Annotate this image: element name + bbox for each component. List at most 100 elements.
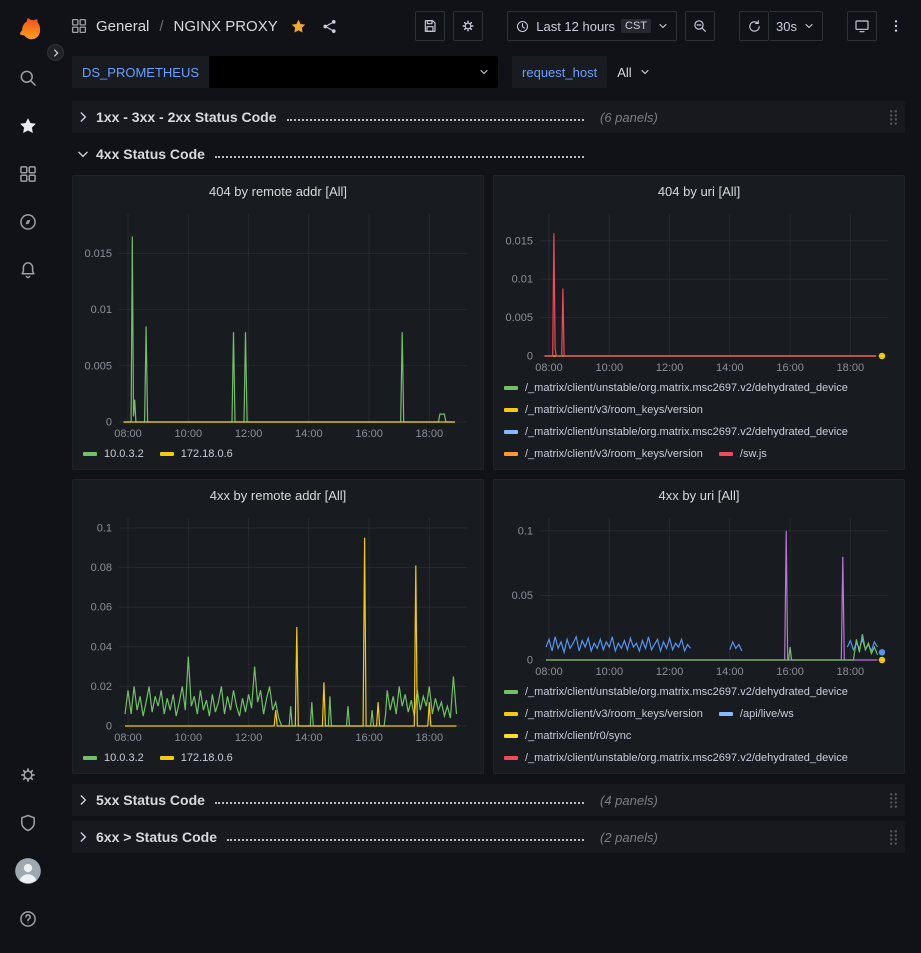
legend-row: /_matrix/client/r0/sync (504, 725, 894, 747)
refresh-interval-dropdown[interactable]: 30s (769, 11, 823, 41)
sidebar-item-help[interactable] (5, 895, 51, 943)
chevron-down-icon (76, 147, 96, 161)
bell-icon (18, 260, 38, 280)
grafana-logo[interactable] (5, 6, 51, 54)
variable-value-request-host[interactable]: All (607, 56, 660, 88)
series-color-swatch (504, 712, 518, 716)
time-series-chart[interactable]: 00.0050.010.01508:0010:0012:0014:0016:00… (73, 206, 483, 442)
share-dashboard-button[interactable] (321, 18, 338, 35)
row-panel-count: (4 panels) (600, 793, 658, 808)
legend-item[interactable]: /_matrix/client/unstable/org.matrix.msc2… (504, 747, 848, 769)
row-drag-handle[interactable] (886, 792, 901, 809)
svg-text:0.06: 0.06 (91, 602, 112, 614)
refresh-icon (747, 19, 762, 34)
variable-selected-value: All (617, 65, 631, 80)
sidebar-item-search[interactable] (5, 54, 51, 102)
chevron-right-icon (76, 110, 96, 124)
row-dotted-leader (215, 156, 584, 158)
row-title-zone: 1xx - 3xx - 2xx Status Code (76, 109, 584, 125)
row-dotted-leader (215, 802, 584, 804)
sidebar-item-explore[interactable] (5, 198, 51, 246)
row-drag-handle[interactable] (886, 829, 901, 846)
chevron-down-icon (639, 66, 651, 78)
kebab-icon (888, 18, 904, 34)
sidebar-item-user[interactable] (5, 847, 51, 895)
legend-item[interactable]: /_matrix/client/v3/room_keys/version (504, 443, 703, 465)
kebab-menu-button[interactable] (885, 11, 907, 41)
legend-item[interactable]: /_matrix/client/v3/room_keys/version (504, 399, 703, 421)
refresh-group: 30s (739, 11, 823, 41)
panel-title[interactable]: 4xx by remote addr [All] (73, 480, 483, 510)
sidebar-item-dashboards[interactable] (5, 150, 51, 198)
legend-item[interactable]: 10.0.3.2 (83, 747, 144, 769)
row-title: 6xx > Status Code (96, 829, 217, 845)
svg-text:0: 0 (527, 655, 533, 667)
row-drag-handle[interactable] (886, 109, 901, 126)
panel-title[interactable]: 404 by remote addr [All] (73, 176, 483, 206)
dashboard-settings-button[interactable] (453, 11, 483, 41)
svg-text:14:00: 14:00 (295, 732, 323, 744)
legend-row: /_matrix/client/v3/room_keys/version/sw.… (504, 443, 894, 465)
time-series-chart[interactable]: 00.020.040.060.080.108:0010:0012:0014:00… (73, 510, 483, 746)
time-series-chart[interactable]: 00.0050.010.01508:0010:0012:0014:0016:00… (494, 206, 904, 376)
legend-item[interactable]: /_matrix/client/unstable/org.matrix.msc2… (504, 377, 848, 399)
svg-text:16:00: 16:00 (776, 362, 804, 374)
row-1xx-3xx-2xx[interactable]: 1xx - 3xx - 2xx Status Code (6 panels) (72, 101, 905, 133)
chart-legend: /_matrix/client/unstable/org.matrix.msc2… (494, 680, 904, 773)
variable-ds-prometheus: DS_PROMETHEUS (72, 56, 498, 88)
legend-item[interactable]: /_matrix/client/unstable/org.matrix.msc2… (504, 681, 848, 703)
panel-title[interactable]: 4xx by uri [All] (494, 480, 904, 510)
refresh-interval-value: 30s (776, 19, 797, 34)
row-panel-count: (6 panels) (600, 110, 658, 125)
favorite-star-button[interactable] (290, 18, 307, 35)
legend-row: /_matrix/client/unstable/org.matrix.msc2… (504, 377, 894, 399)
legend-item[interactable]: /_matrix/client/r0/sync (504, 725, 631, 747)
svg-text:0.01: 0.01 (512, 274, 533, 286)
sidebar-item-configuration[interactable] (5, 751, 51, 799)
svg-text:0.1: 0.1 (518, 525, 533, 537)
clock-icon (515, 19, 530, 34)
sidebar-item-starred[interactable] (5, 102, 51, 150)
variable-value-ds-prometheus[interactable] (209, 56, 498, 88)
legend-label: /_matrix/client/v3/room_keys/version (525, 703, 703, 725)
dashboards-grid-icon (18, 164, 38, 184)
star-icon (18, 116, 38, 136)
legend-row: /_matrix/client/unstable/org.matrix.msc2… (504, 747, 894, 769)
main-area: General / NGINX PROXY (56, 0, 921, 953)
legend-label: 172.18.0.6 (181, 747, 233, 769)
series-color-swatch (160, 756, 174, 760)
row-title: 1xx - 3xx - 2xx Status Code (96, 109, 277, 125)
legend-item[interactable]: 172.18.0.6 (160, 747, 233, 769)
row-6xx[interactable]: 6xx > Status Code (2 panels) (72, 821, 905, 853)
sidebar-expand-button[interactable] (47, 44, 64, 61)
legend-item[interactable]: 10.0.3.2 (83, 443, 144, 465)
svg-text:0.1: 0.1 (97, 522, 112, 534)
save-dashboard-button[interactable] (415, 11, 445, 41)
row-5xx[interactable]: 5xx Status Code (4 panels) (72, 784, 905, 816)
breadcrumb-folder[interactable]: General (96, 18, 149, 35)
svg-text:0: 0 (106, 721, 112, 733)
legend-item[interactable]: /api/live/ws (719, 703, 794, 725)
legend-label: /_matrix/client/v3/room_keys/version (525, 399, 703, 421)
sidebar-item-alerting[interactable] (5, 246, 51, 294)
sidebar-item-server-admin[interactable] (5, 799, 51, 847)
chevron-down-icon (657, 20, 669, 32)
legend-item[interactable]: /sw.js (719, 443, 767, 465)
svg-text:18:00: 18:00 (837, 666, 865, 678)
series-color-swatch (504, 386, 518, 390)
legend-item[interactable]: /_matrix/client/v3/room_keys/version (504, 703, 703, 725)
tv-mode-button[interactable] (847, 11, 877, 41)
time-range-picker[interactable]: Last 12 hours CST (507, 11, 677, 41)
svg-text:18:00: 18:00 (837, 362, 865, 374)
search-icon (18, 68, 38, 88)
time-series-chart[interactable]: 00.050.108:0010:0012:0014:0016:0018:00 (494, 510, 904, 680)
refresh-button[interactable] (739, 11, 769, 41)
row-4xx[interactable]: 4xx Status Code (72, 138, 905, 170)
legend-item[interactable]: /_matrix/client/unstable/org.matrix.msc2… (504, 421, 848, 443)
zoom-out-button[interactable] (685, 11, 715, 41)
legend-item[interactable]: 172.18.0.6 (160, 443, 233, 465)
svg-text:18:00: 18:00 (416, 428, 444, 440)
panel-title[interactable]: 404 by uri [All] (494, 176, 904, 206)
apps-grid-icon[interactable] (70, 17, 88, 35)
svg-text:18:00: 18:00 (416, 732, 444, 744)
